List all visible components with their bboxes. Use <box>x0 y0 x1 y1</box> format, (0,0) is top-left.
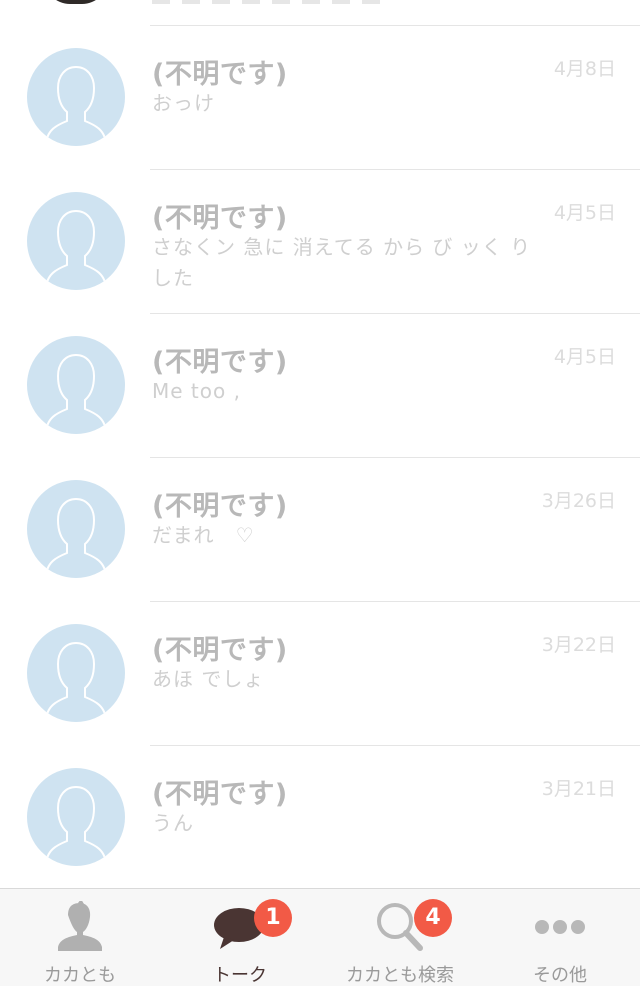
message-date: 3月22日 <box>541 634 616 656</box>
conversation-row[interactable]: (不明です) 4月5日 さなくン 急に 消えてる から び ッく りした <box>0 170 640 314</box>
default-avatar-icon <box>27 624 125 722</box>
message-date: 4月5日 <box>553 346 616 368</box>
conversation-row[interactable]: (不明です) 4月8日 おっけ <box>0 26 640 170</box>
contact-name: (不明です) <box>152 635 288 666</box>
message-date: 3月26日 <box>541 490 616 512</box>
default-avatar-icon <box>27 336 125 434</box>
message-preview: だまれ ♡ <box>152 523 255 547</box>
avatar <box>44 0 108 4</box>
tab-friends[interactable]: カカとも <box>0 889 160 986</box>
notification-badge: 4 <box>414 899 452 937</box>
person-icon <box>50 899 110 957</box>
tab-search[interactable]: 4 カカとも検索 <box>320 889 480 986</box>
conversation-row[interactable]: (不明です) 4月5日 Me too , <box>0 314 640 458</box>
message-preview: うん <box>152 811 194 835</box>
bottom-tab-bar: カカとも 1 トーク 4 カカとも検索 その他 <box>0 888 640 986</box>
conversation-row[interactable]: (不明です) 3月22日 あほ でしょ <box>0 602 640 746</box>
contact-name: (不明です) <box>152 347 288 378</box>
unread-badge: 1 <box>254 899 292 937</box>
default-avatar-icon <box>27 192 125 290</box>
default-avatar-icon <box>27 480 125 578</box>
contact-name: (不明です) <box>152 779 288 810</box>
contact-name: (不明です) <box>152 59 288 90</box>
partial-list-item[interactable] <box>0 0 640 26</box>
conversation-row[interactable]: (不明です) 3月21日 うん <box>0 746 640 890</box>
message-preview: あほ でしょ <box>152 667 265 691</box>
message-preview: Me too , <box>152 379 241 403</box>
tab-label: トーク <box>213 965 267 986</box>
message-preview: さなくン 急に 消えてる から び ッく りした <box>152 235 532 290</box>
message-preview: おっけ <box>152 91 215 115</box>
contact-name: (不明です) <box>152 203 288 234</box>
tab-talk[interactable]: 1 トーク <box>160 889 320 986</box>
contact-name: (不明です) <box>152 491 288 522</box>
chat-list-screen: (不明です) 4月8日 おっけ (不明です) 4月5日 さなくン 急に 消えてる… <box>0 0 640 986</box>
message-date: 3月21日 <box>541 778 616 800</box>
default-avatar-icon <box>27 768 125 866</box>
partial-message-text <box>152 0 382 4</box>
default-avatar-icon <box>27 48 125 146</box>
conversation-list: (不明です) 4月8日 おっけ (不明です) 4月5日 さなくン 急に 消えてる… <box>0 26 640 890</box>
message-date: 4月8日 <box>553 58 616 80</box>
more-dots-icon <box>530 901 590 957</box>
tab-more[interactable]: その他 <box>480 889 640 986</box>
message-date: 4月5日 <box>553 202 616 224</box>
tab-label: カカとも <box>44 965 116 986</box>
conversation-row[interactable]: (不明です) 3月26日 だまれ ♡ <box>0 458 640 602</box>
tab-label: その他 <box>533 965 587 986</box>
tab-label: カカとも検索 <box>346 965 454 986</box>
